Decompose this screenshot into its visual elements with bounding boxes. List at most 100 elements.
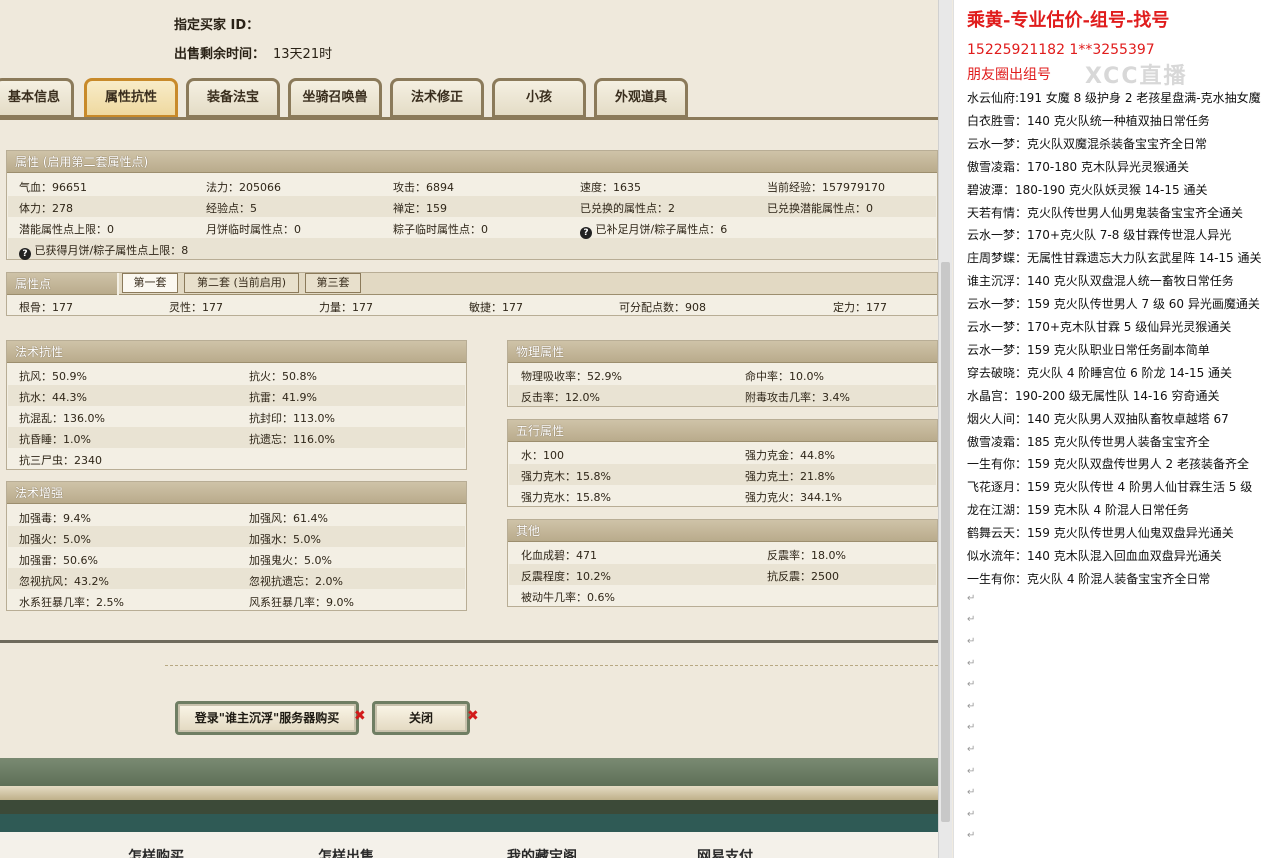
footer-link-how-sell[interactable]: 怎样出售 [318, 846, 374, 858]
attr-zen: 禅定：159 [393, 202, 447, 215]
attr-speed: 速度：1635 [580, 181, 641, 194]
time-left-label: 出售剩余时间： [174, 47, 266, 62]
footer-link-my-treasure[interactable]: 我的藏宝阁 [507, 846, 577, 858]
other-blood: 化血成碧：471 [521, 549, 597, 562]
attr-refilled: ? 已补足月饼/粽子属性点：6 [580, 221, 727, 239]
points-title: 属性点 [7, 273, 117, 295]
doc-line: 鹤舞云天：159 克火队传世男人仙鬼双盘异光通关 [967, 526, 1234, 541]
footer-ornament [0, 758, 938, 786]
resist-thunder: 抗雷：41.9% [249, 391, 317, 404]
scrollbar-thumb[interactable] [941, 262, 950, 822]
resist-fire: 抗火：50.8% [249, 370, 317, 383]
paragraph-mark-icon: ↵ [967, 636, 976, 647]
enhance-panel: 法术增强 加强毒：9.4% 加强风：61.4% 加强火：5.0% 加强水：5.0… [6, 481, 467, 611]
resist-worm: 抗三尸虫：2340 [19, 454, 102, 467]
resist-water: 抗水：44.3% [19, 391, 87, 404]
doc-line: 云水一梦：159 克火队传世男人 7 级 60 异光画魔通关 [967, 297, 1260, 312]
attr-refilled-text: 已补足月饼/粽子属性点：6 [595, 223, 728, 236]
game-window: 指定买家 ID： 出售剩余时间： 13天21时 基本信息 属性抗性 装备法宝 坐… [0, 0, 938, 858]
resist-seal: 抗封印：113.0% [249, 412, 335, 425]
five-title: 五行属性 [508, 420, 937, 442]
help-icon[interactable]: ? [19, 248, 31, 260]
other-reflect-rate: 反震率：18.0% [767, 549, 846, 562]
five-water: 水：100 [521, 449, 564, 462]
footer-ornament [0, 786, 938, 800]
login-server-button[interactable]: 登录"谁主沉浮"服务器购买 [175, 701, 359, 735]
doc-line: 白衣胜雪：140 克火队统一种植双抽日常任务 [967, 113, 1210, 128]
vertical-scrollbar[interactable] [938, 0, 952, 858]
paragraph-mark-icon: ↵ [967, 765, 976, 777]
doc-line: 云水一梦：159 克火队职业日常任务副本简单 [967, 342, 1210, 357]
tab-mounts[interactable]: 坐骑召唤兽 [288, 78, 382, 118]
attr-zongzi-temp: 粽子临时属性点：0 [393, 223, 488, 236]
tab-underline [0, 117, 938, 120]
help-icon[interactable]: ? [580, 227, 592, 239]
doc-line: 水云仙府:191 女魔 8 级护身 2 老孩星盘满-克水抽女魔 [967, 91, 1261, 105]
time-left-value: 13天21时 [273, 47, 333, 62]
attr-stamina: 体力：278 [19, 202, 73, 215]
attributes-title: 属性 (启用第二套属性点) [7, 151, 937, 173]
enhance-fire: 加强火：5.0% [19, 533, 91, 546]
doc-phone: 15225921182 1**3255397 [967, 42, 1155, 58]
physical-title: 物理属性 [508, 341, 937, 363]
water-frenzy: 水系狂暴几率：2.5% [19, 596, 124, 609]
doc-line: 水晶宫：190-200 级无属性队 14-16 穷奇通关 [967, 388, 1220, 403]
paragraph-mark-icon: ↵ [967, 808, 976, 820]
doc-line: 云水一梦：170+克火队 7-8 级甘霖传世混人异光 [967, 228, 1232, 243]
tab-basic-info[interactable]: 基本信息 [0, 78, 74, 118]
point-spirit: 灵性：177 [169, 301, 223, 314]
wind-frenzy: 风系狂暴几率：9.0% [249, 596, 354, 609]
doc-line: 傲雪凌霜：185 克火队传世男人装备宝宝齐全 [967, 434, 1210, 449]
point-strength: 力量：177 [319, 301, 373, 314]
phys-poison: 附毒攻击几率：3.4% [745, 391, 850, 404]
resist-wind: 抗风：50.9% [19, 370, 87, 383]
five-vs-earth: 强力克土：21.8% [745, 470, 835, 483]
five-vs-metal: 强力克金：44.8% [745, 449, 835, 462]
attr-exp: 当前经验：157979170 [767, 181, 885, 194]
doc-line: 天若有情：克火队传世男人仙男鬼装备宝宝齐全通关 [967, 205, 1244, 220]
point-agility: 敏捷：177 [469, 301, 523, 314]
doc-line: 烟火人间：140 克火队男人双抽队畜牧卓越塔 67 [967, 411, 1229, 426]
tab-appearance[interactable]: 外观道具 [594, 78, 688, 118]
phys-absorb: 物理吸收率：52.9% [521, 370, 622, 383]
paragraph-mark-icon: ↵ [967, 700, 976, 712]
subtab-set-2[interactable]: 第二套 (当前启用) [184, 273, 299, 293]
tab-equipment[interactable]: 装备法宝 [186, 78, 280, 118]
point-constitution: 根骨：177 [19, 301, 73, 314]
tab-spell-mods[interactable]: 法术修正 [390, 78, 484, 118]
attr-cap-text: 已获得月饼/粽子属性点上限：8 [34, 244, 189, 257]
enhance-title: 法术增强 [7, 482, 466, 504]
paragraph-mark-icon: ↵ [967, 744, 976, 755]
ignore-wind: 忽视抗风：43.2% [19, 575, 109, 588]
footer-bar [0, 814, 938, 832]
stream-watermark: XCC直播 [1085, 64, 1188, 89]
enhance-water: 加强水：5.0% [249, 533, 321, 546]
paragraph-mark-icon: ↵ [967, 787, 976, 799]
footer-link-how-buy[interactable]: 怎样购买 [128, 846, 184, 858]
attr-redeemed-potential: 已兑换潜能属性点：0 [767, 202, 873, 215]
other-reflect-degree: 反震程度：10.2% [521, 570, 611, 583]
doc-line: 庄周梦蝶：无属性甘霖遗忘大力队玄武星阵 14-15 通关 [967, 251, 1262, 266]
document-pane: 乘黄-专业估价-组号-找号 15225921182 1**3255397 朋友圈… [953, 0, 1280, 858]
resist-forget: 抗遗忘：116.0% [249, 433, 335, 446]
attributes-panel: 属性 (启用第二套属性点) 气血：96651 法力：205066 攻击：6894… [6, 150, 938, 260]
doc-title: 乘黄-专业估价-组号-找号 [967, 10, 1170, 31]
tab-attributes[interactable]: 属性抗性 [84, 78, 178, 118]
points-panel: 属性点 第一套 第二套 (当前启用) 第三套 根骨：177 灵性：177 力量：… [6, 272, 938, 316]
doc-line: 飞花逐月：159 克火队传世 4 阶男人仙甘霖生活 5 级 [967, 480, 1253, 495]
footer-link-netease-pay[interactable]: 网易支付 [697, 846, 753, 858]
subtab-set-1[interactable]: 第一套 [122, 273, 178, 293]
tab-children[interactable]: 小孩 [492, 78, 586, 118]
doc-line: 一生有你：克火队 4 阶混人装备宝宝齐全日常 [967, 571, 1211, 586]
attr-redeemed: 已兑换的属性点：2 [580, 202, 675, 215]
close-button[interactable]: 关闭 [372, 701, 470, 735]
close-x-icon: ✖ [467, 708, 479, 724]
divider [0, 640, 938, 643]
resist-title: 法术抗性 [7, 341, 466, 363]
buyer-id-label: 指定买家 ID： [174, 18, 260, 33]
attr-cap-row: ? 已获得月饼/粽子属性点上限：8 [19, 242, 188, 260]
footer-ornament [0, 800, 938, 814]
subtab-set-3[interactable]: 第三套 [305, 273, 361, 293]
paragraph-mark-icon: ↵ [967, 830, 976, 842]
five-elements-panel: 五行属性 水：100 强力克金：44.8% 强力克木：15.8% 强力克土：21… [507, 419, 938, 507]
